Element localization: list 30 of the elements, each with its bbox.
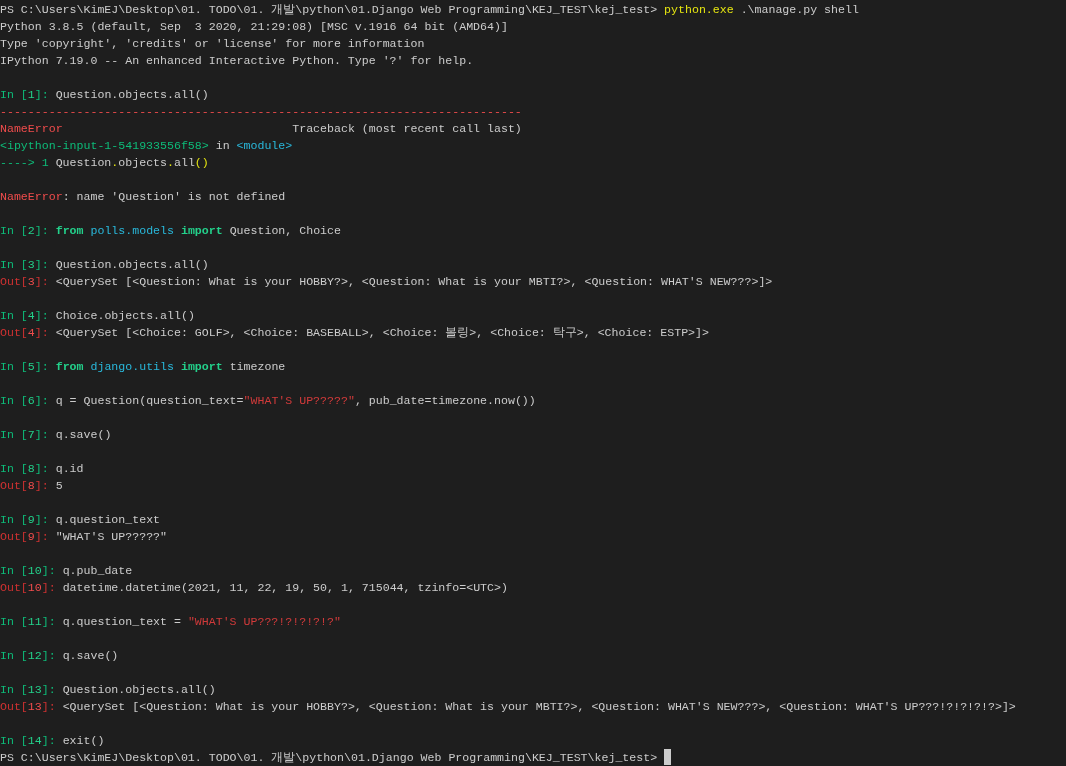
terminal-line: In [14]: exit() [0,733,105,749]
terminal-line: In [8]: q.id [0,461,84,477]
terminal-line: NameError: name 'Question' is not defined [0,189,286,205]
terminal-line: Out[8]: 5 [0,478,63,494]
terminal-line: In [1]: Question.objects.all() [0,87,209,103]
terminal-line: In [13]: Question.objects.all() [0,682,216,698]
terminal-line: In [9]: q.question_text [0,512,161,528]
terminal-line: Out[10]: datetime.datetime(2021, 11, 22, 19, 50, 1, 715044, tzinfo=<UTC>) [0,580,508,596]
terminal-line: <ipython-input-1-541933556f58> in <module> [0,138,293,154]
terminal-line: In [4]: Choice.objects.all() [0,308,195,324]
terminal-line: In [2]: from polls.models import Question, Choice [0,223,341,239]
terminal-line: Out[3]: <QuerySet [<Question: What is your HOBBY?>, <Question: What is your MBTI?>, <Question: WHAT'S NEW???>]> [0,274,773,290]
terminal-line: In [7]: q.save() [0,427,112,443]
terminal-line: Out[4]: <QuerySet [<Choice: GOLF>, <Choice: BASEBALL>, <Choice: 볼링>, <Choice: 탁구>, <Choice: ESTP>]> [0,325,709,341]
terminal-line: PS C:\Users\KimEJ\Desktop\01. TODO\01. 개발\python\01.Django Web Programming\KEJ_TEST\kej_test> [0,750,659,766]
terminal-line: Out[13]: <QuerySet [<Question: What is your HOBBY?>, <Question: What is your MBTI?>, <Question: WHAT'S NEW???>, <Question: WHAT'S UP???!?!?!?!?>]> [0,699,1016,715]
terminal-line: In [6]: q = Question(question_text="WHAT'S UP?????", pub_date=timezone.now()) [0,393,536,409]
terminal-line: In [12]: q.save() [0,648,119,664]
terminal-line: IPython 7.19.0 -- An enhanced Interactive Python. Type '?' for help. [0,53,474,69]
terminal-line: PS C:\Users\KimEJ\Desktop\01. TODO\01. 개발\python\01.Django Web Programming\KEJ_TEST\kej_test> python.exe .\manage.py shell [0,2,859,18]
terminal-line: Out[9]: "WHAT'S UP?????" [0,529,167,545]
terminal-line: --------------------------------------------------------------------------- [0,104,522,120]
terminal-line: Python 3.8.5 (default, Sep 3 2020, 21:29:08) [MSC v.1916 64 bit (AMD64)] [0,19,508,35]
terminal-line: Type 'copyright', 'credits' or 'license' for more information [0,36,425,52]
terminal-line: In [11]: q.question_text = "WHAT'S UP???!?!?!?!?" [0,614,341,630]
terminal-line: In [5]: from django.utils import timezone [0,359,286,375]
terminal-line: In [3]: Question.objects.all() [0,257,209,273]
terminal-line: In [10]: q.pub_date [0,563,133,579]
terminal-line: NameError Traceback (most recent call last) [0,121,522,137]
terminal-line: ----> 1 Question.objects.all() [0,155,209,171]
